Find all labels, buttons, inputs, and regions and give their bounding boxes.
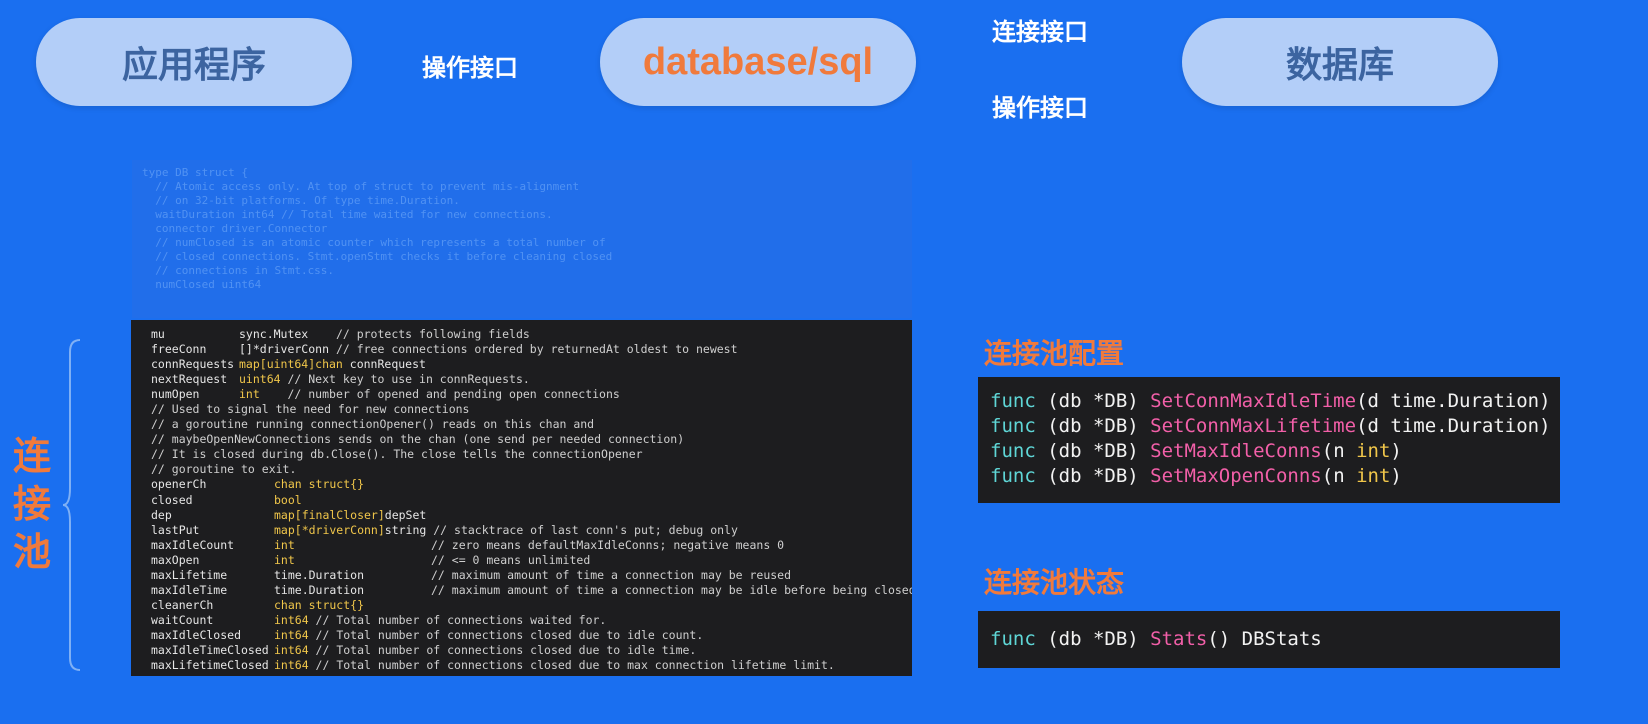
db-struct-code-block: mu sync.Mutex // protects following field… [131, 320, 912, 676]
pool-status-title: 连接池状态 [984, 566, 1125, 599]
ghost-line: connector driver.Connector [142, 222, 328, 235]
ghost-line: // on 32-bit platforms. Of type time.Dur… [142, 194, 460, 207]
ghost-line: // numClosed is an atomic counter which … [142, 236, 606, 249]
ghost-line: type DB struct { [142, 166, 248, 179]
connection-pool-label: 连接池 [12, 434, 51, 574]
database-node: 数据库 [1182, 18, 1498, 106]
code-comment-line: // a goroutine running connectionOpener(… [151, 417, 595, 432]
code-line: waitCount int64 // Total number of connec… [151, 612, 607, 627]
faded-code-background: type DB struct { // Atomic access only. … [132, 160, 912, 318]
config-func-line: func (db *DB) SetMaxIdleConns(n int) [990, 440, 1402, 462]
config-func-line: func (db *DB) SetConnMaxIdleTime(d time.… [990, 390, 1551, 412]
ghost-line: // Atomic access only. At top of struct … [142, 180, 580, 193]
code-line: maxIdleTime time.Duration// maximum amoun… [151, 582, 912, 597]
ghost-line: numClosed uint64 [142, 278, 262, 291]
code-line: maxOpen int// <= 0 means unlimited [151, 552, 591, 567]
code-line: nextRequest uint64 // Next key to use in … [151, 372, 530, 387]
code-line: lastPut map[*driverConn]string // stacktr… [151, 522, 738, 537]
pool-status-code-block: func (db *DB) Stats() DBStats [978, 611, 1560, 668]
code-comment-line: // maybeOpenNewConnections sends on the … [151, 432, 685, 447]
database-label: 数据库 [1285, 45, 1394, 86]
database-sql-label: database/sql [642, 40, 874, 83]
code-line: connRequests map[uint64]chan connRequest [151, 357, 426, 372]
config-func-line: func (db *DB) SetConnMaxLifetime(d time.… [990, 415, 1551, 437]
pool-config-title: 连接池配置 [984, 337, 1125, 370]
database-sql-node: database/sql [600, 18, 916, 106]
code-comment-line: // It is closed during db.Close(). The c… [151, 447, 643, 462]
code-line: closed bool [151, 492, 302, 507]
code-line: openerCh chan struct{} [151, 477, 365, 492]
code-line: maxLifetime time.Duration// maximum amoun… [151, 567, 792, 582]
code-comment-line: // Used to signal the need for new conne… [151, 402, 470, 417]
operation-interface-label-right: 操作接口 [992, 94, 1088, 122]
curly-brace-icon [62, 339, 81, 671]
status-func-line: func (db *DB) Stats() DBStats [990, 628, 1322, 650]
code-line: cleanerCh chan struct{} [151, 597, 365, 612]
config-func-line: func (db *DB) SetMaxOpenConns(n int) [990, 465, 1402, 487]
ghost-line: // closed connections. Stmt.openStmt che… [142, 250, 613, 263]
pool-config-code-block: func (db *DB) SetConnMaxIdleTime(d time.… [978, 377, 1560, 503]
code-line: maxIdleClosed int64 // Total number of co… [151, 627, 704, 642]
code-line: maxIdleCount int// zero means defaultMaxI… [151, 537, 785, 552]
code-line: maxLifetimeClosed int64 // Total number o… [151, 658, 835, 673]
operation-interface-label-left: 操作接口 [422, 54, 518, 82]
ghost-line: // connections in Stmt.css. [142, 264, 335, 277]
application-label: 应用程序 [121, 45, 266, 86]
code-line: numOpen int // number of opened and pendi… [151, 387, 620, 402]
ghost-line: waitDuration int64 // Total time waited … [142, 208, 553, 221]
code-comment-line: // goroutine to exit. [151, 462, 297, 477]
code-line: maxIdleTimeClosed int64 // Total number o… [151, 642, 697, 657]
code-line: freeConn []*driverConn // free connection… [151, 342, 738, 357]
connection-interface-label: 连接接口 [992, 18, 1088, 46]
code-line: dep map[finalCloser]depSet [151, 507, 427, 522]
code-line: mu sync.Mutex // protects following field… [151, 327, 530, 341]
application-node: 应用程序 [36, 18, 352, 106]
